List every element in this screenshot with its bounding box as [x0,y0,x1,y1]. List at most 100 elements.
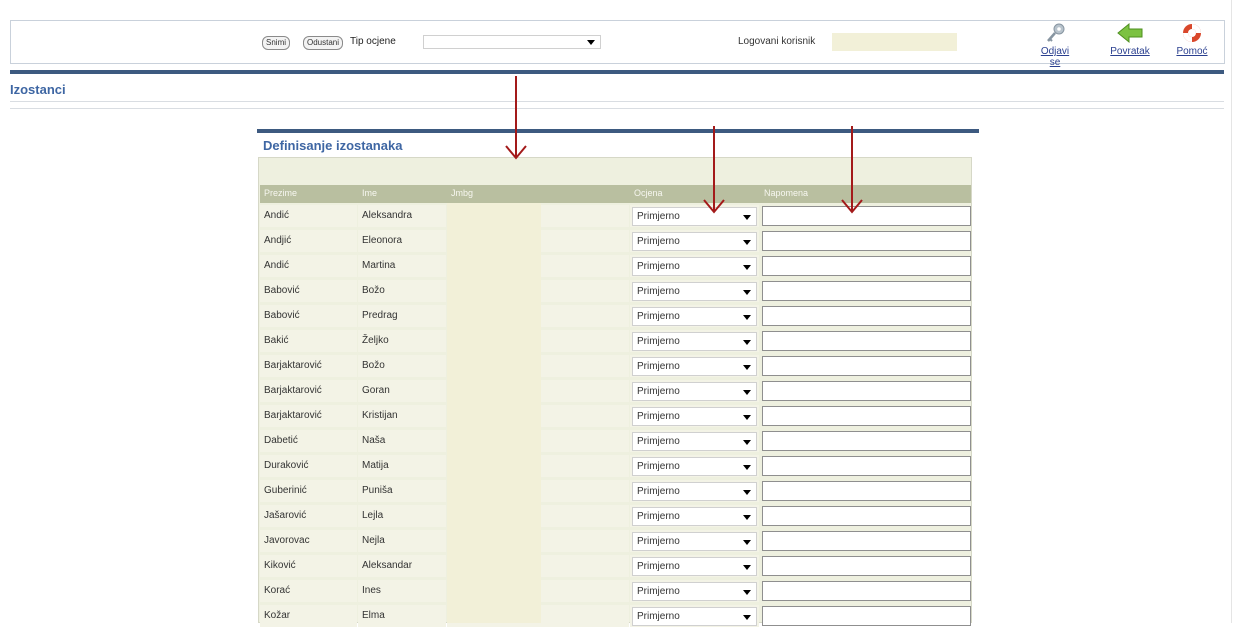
annotation-arrow-icon [703,126,725,214]
note-input[interactable] [762,431,971,451]
key-icon [1047,23,1065,42]
note-input[interactable] [762,331,971,351]
panel-title: Definisanje izostanaka [263,138,403,153]
grade-select[interactable]: Primjerno [632,282,757,301]
table-row: Babović Božo Primjerno [260,279,971,303]
back-label: Povratak [1110,46,1150,57]
annotation-arrow-icon [505,76,527,160]
column-header-prezime[interactable]: Prezime [264,188,297,198]
ime-text: Matija [362,460,389,471]
back-button[interactable]: Povratak [1110,22,1150,57]
column-header-jmbg[interactable]: Jmbg [451,188,473,198]
prezime-text: Barjaktarović [264,410,322,421]
grade-type-label: Tip ocjene [350,36,396,47]
prezime-text: Kiković [264,560,296,571]
cell-prezime: Barjaktarović [260,380,357,402]
cell-ime: Lejla [358,505,446,527]
grade-value: Primjerno [637,386,680,397]
table-row: Andić Martina Primjerno [260,254,971,278]
grade-select[interactable]: Primjerno [632,407,757,426]
column-header-ime[interactable]: Ime [362,188,377,198]
cell-ime: Božo [358,280,446,302]
cell-ime: Predrag [358,305,446,327]
cell-prezime: Dabetić [260,430,357,452]
grade-select[interactable]: Primjerno [632,532,757,551]
ime-text: Kristijan [362,410,398,421]
note-input[interactable] [762,581,971,601]
note-input[interactable] [762,306,971,326]
logout-button[interactable]: Odjavi se [1035,22,1075,68]
note-input[interactable] [762,281,971,301]
cell-prezime: Kiković [260,555,357,577]
prezime-text: Bakić [264,335,289,346]
grade-select[interactable]: Primjerno [632,482,757,501]
ime-text: Božo [362,360,385,371]
grade-select[interactable]: Primjerno [632,507,757,526]
cell-ime: Elma [358,605,446,627]
prezime-text: Dabetić [264,435,298,446]
ime-text: Nejla [362,535,385,546]
help-button[interactable]: Pomoć [1172,22,1212,57]
grade-select[interactable]: Primjerno [632,557,757,576]
grade-select[interactable]: Primjerno [632,307,757,326]
cell-prezime: Babović [260,280,357,302]
grade-value: Primjerno [637,486,680,497]
prezime-text: Kožar [264,610,291,621]
grade-type-select[interactable] [423,35,601,49]
note-input[interactable] [762,531,971,551]
chevron-down-icon [743,340,751,345]
grade-select[interactable]: Primjerno [632,357,757,376]
cell-ime: Nejla [358,530,446,552]
cell-prezime: Barjaktarović [260,405,357,427]
table-row: Barjaktarović Goran Primjerno [260,379,971,403]
note-input[interactable] [762,481,971,501]
chevron-down-icon [743,415,751,420]
note-input[interactable] [762,606,971,626]
note-input[interactable] [762,256,971,276]
cancel-button[interactable]: Odustani [303,36,344,50]
grade-select[interactable]: Primjerno [632,432,757,451]
divider [10,101,1224,102]
note-input[interactable] [762,406,971,426]
jmbg-redacted-block [447,203,541,623]
column-header-ocjena[interactable]: Ocjena [634,188,663,198]
table-row: Andjić Eleonora Primjerno [260,229,971,253]
column-header-napomena[interactable]: Napomena [764,188,808,198]
save-button[interactable]: Snimi [262,36,291,50]
note-input[interactable] [762,381,971,401]
grade-select[interactable]: Primjerno [632,232,757,251]
grade-value: Primjerno [637,311,680,322]
grade-select[interactable]: Primjerno [632,332,757,351]
ime-text: Martina [362,260,396,271]
note-input[interactable] [762,556,971,576]
prezime-text: Korać [264,585,291,596]
table-row: Barjaktarović Božo Primjerno [260,354,971,378]
grade-select[interactable]: Primjerno [632,582,757,601]
note-input[interactable] [762,231,971,251]
cell-prezime: Babović [260,305,357,327]
ime-text: Aleksandar [362,560,413,571]
table-row: Duraković Matija Primjerno [260,454,971,478]
cell-ime: Puniša [358,480,446,502]
table-row: Javorovac Nejla Primjerno [260,529,971,553]
header-divider-bar [10,70,1224,74]
note-input[interactable] [762,506,971,526]
prezime-text: Andić [264,210,290,221]
logged-user-value [832,33,957,51]
grade-select[interactable]: Primjerno [632,257,757,276]
grade-select[interactable]: Primjerno [632,382,757,401]
note-input[interactable] [762,356,971,376]
cell-ime: Aleksandar [358,555,446,577]
table-row: Babović Predrag Primjerno [260,304,971,328]
prezime-text: Javorovac [264,535,310,546]
cell-ime: Martina [358,255,446,277]
grade-select[interactable]: Primjerno [632,207,757,226]
grade-select[interactable]: Primjerno [632,457,757,476]
note-input[interactable] [762,206,971,226]
chevron-down-icon [743,465,751,470]
cell-ime: Eleonora [358,230,446,252]
cell-ime: Kristijan [358,405,446,427]
cell-prezime: Kožar [260,605,357,627]
note-input[interactable] [762,456,971,476]
grade-select[interactable]: Primjerno [632,607,757,626]
